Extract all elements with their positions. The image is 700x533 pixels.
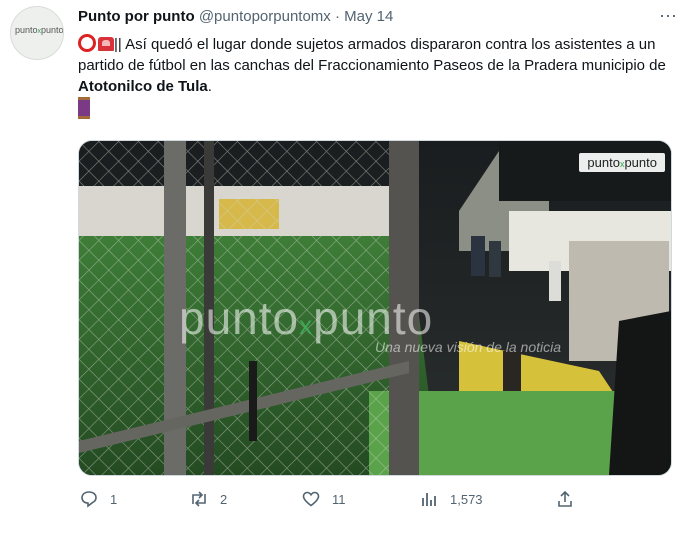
share-button[interactable] [554,488,586,510]
location-bold: Atotonilco de Tula [78,78,208,95]
like-count: 11 [332,491,346,507]
tweet-text-part2: . [207,78,212,95]
red-circle-icon [78,34,96,52]
retweet-count: 2 [220,491,228,507]
thread-spool-icon [78,97,90,119]
action-bar: 1 2 11 1,573 [78,488,598,518]
reply-icon [78,488,100,510]
tweet-date[interactable]: May 14 [344,8,393,25]
reply-count: 1 [110,491,118,507]
tweet-text-part1: || Así quedó el lugar donde sujetos arma… [78,36,666,74]
views-button[interactable]: 1,573 [418,488,483,510]
more-options-icon[interactable]: ⋯ [659,6,678,27]
like-button[interactable]: 11 [300,488,346,510]
retweet-button[interactable]: 2 [188,488,227,510]
reply-button[interactable]: 1 [78,488,117,510]
tweet[interactable]: puntoxpunto Punto por punto @puntoporpun… [0,0,700,533]
heart-icon [300,488,322,510]
siren-icon [98,37,114,51]
retweet-icon [188,488,210,510]
corner-watermark-logo: puntoxpunto [579,153,665,172]
watermark-tagline: Una nueva visión de la noticia [375,339,562,355]
avatar[interactable]: puntoxpunto [10,6,64,60]
tweet-text: || Así quedó el lugar donde sujetos arma… [78,34,668,122]
author-handle[interactable]: @puntoporpuntomx [199,8,331,25]
tweet-video[interactable]: puntoxpunto puntoxpunto Una nueva visión… [78,140,672,476]
center-watermark: puntoxpunto [179,292,434,344]
separator: · [334,8,340,25]
share-icon [554,488,576,510]
author-name[interactable]: Punto por punto [78,8,195,25]
views-chart-icon [418,488,440,510]
views-count: 1,573 [450,491,483,507]
tweet-header: Punto por punto @puntoporpuntomx · May 1… [78,8,393,25]
avatar-logo: puntoxpunto [15,25,64,35]
